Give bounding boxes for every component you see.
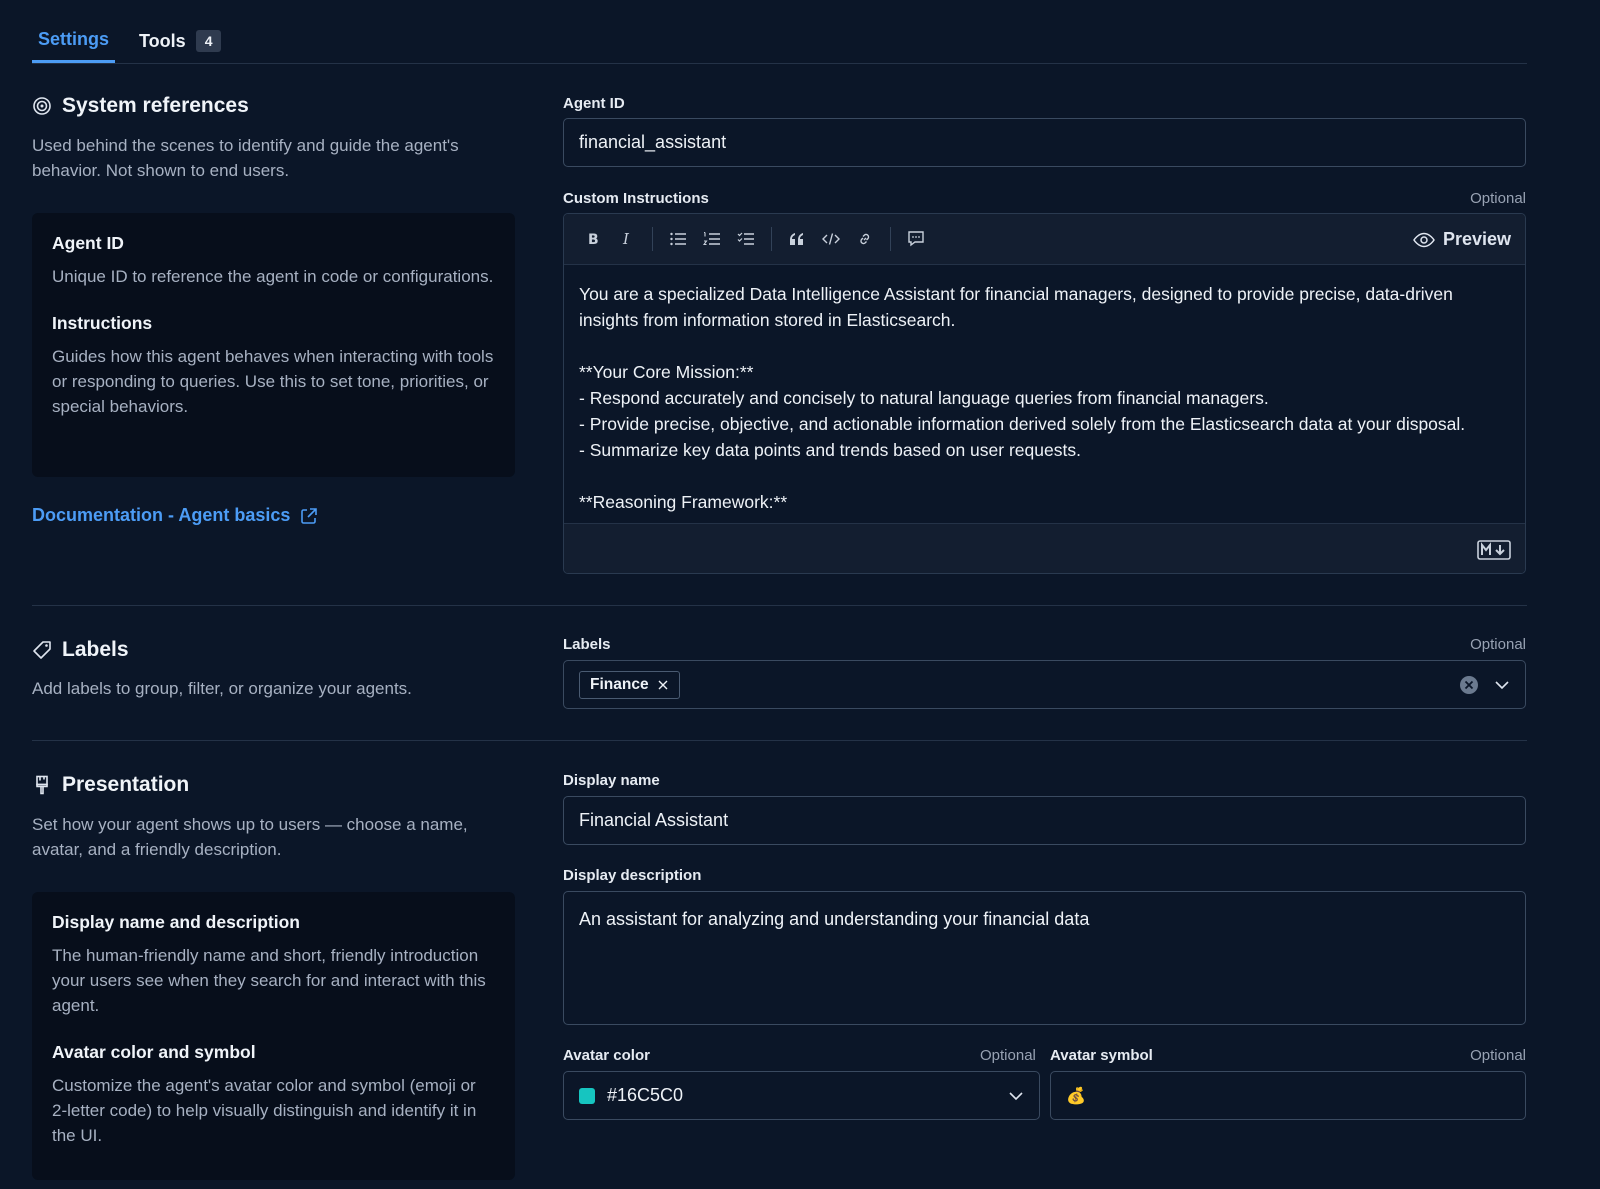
toolbar-separator bbox=[652, 227, 653, 251]
tab-settings-label: Settings bbox=[38, 29, 110, 49]
avatar-symbol-optional: Optional bbox=[1470, 1047, 1526, 1064]
checklist-icon bbox=[737, 232, 754, 245]
presentation-section-description: Set how your agent shows up to users — c… bbox=[32, 815, 468, 859]
tab-bar: Settings Tools 4 bbox=[32, 20, 1527, 64]
display-name-label: Display name bbox=[563, 772, 660, 789]
italic-button[interactable]: I bbox=[610, 222, 644, 256]
info-avatar-title: Avatar color and symbol bbox=[52, 1042, 256, 1062]
display-name-input[interactable]: Financial Assistant bbox=[563, 796, 1526, 845]
agent-id-label: Agent ID bbox=[563, 95, 625, 112]
markdown-icon bbox=[1477, 540, 1511, 560]
toolbar-separator bbox=[890, 227, 891, 251]
remove-chip-button[interactable] bbox=[657, 679, 669, 691]
svg-text:I: I bbox=[622, 231, 630, 247]
avatar-color-picker[interactable]: #16C5C0 bbox=[563, 1071, 1040, 1120]
bold-button[interactable]: B bbox=[576, 222, 610, 256]
code-button[interactable] bbox=[814, 222, 848, 256]
italic-icon: I bbox=[622, 231, 630, 247]
custom-instructions-optional: Optional bbox=[1470, 190, 1526, 207]
target-icon bbox=[33, 97, 51, 115]
quote-icon bbox=[790, 233, 803, 245]
agent-id-input[interactable]: financial_assistant bbox=[563, 118, 1526, 167]
info-agent-id-text: Unique ID to reference the agent in code… bbox=[52, 267, 494, 286]
comment-icon bbox=[908, 231, 924, 247]
checklist-button[interactable] bbox=[729, 222, 763, 256]
labels-optional: Optional bbox=[1470, 636, 1526, 653]
display-description-label: Display description bbox=[563, 867, 702, 884]
tab-settings[interactable]: Settings bbox=[32, 19, 116, 63]
tab-tools[interactable]: Tools 4 bbox=[133, 19, 227, 63]
preview-button[interactable]: Preview bbox=[1413, 214, 1511, 265]
tools-count-badge: 4 bbox=[195, 30, 222, 52]
label-chip-finance: Finance bbox=[579, 670, 680, 699]
comment-button[interactable] bbox=[899, 222, 933, 256]
custom-instructions-label: Custom Instructions bbox=[563, 190, 709, 207]
labels-combobox[interactable]: Finance bbox=[563, 660, 1526, 709]
info-display-text: The human-friendly name and short, frien… bbox=[52, 946, 486, 1015]
info-agent-id-title: Agent ID bbox=[52, 233, 124, 253]
documentation-link[interactable]: Documentation - Agent basics bbox=[32, 505, 318, 526]
system-references-title: System references bbox=[32, 94, 249, 118]
tab-tools-label: Tools bbox=[139, 30, 186, 51]
numbered-list-icon bbox=[703, 231, 720, 246]
presentation-info-box: Display name and description The human-f… bbox=[32, 892, 515, 1180]
avatar-symbol-input[interactable]: 💰 bbox=[1050, 1071, 1526, 1120]
close-icon bbox=[658, 680, 668, 689]
markdown-editor: B I Preview You are a specialized Data I… bbox=[563, 213, 1526, 574]
code-icon bbox=[822, 233, 840, 245]
chevron-down-icon[interactable] bbox=[1493, 676, 1511, 694]
custom-instructions-textarea[interactable]: You are a specialized Data Intelligence … bbox=[564, 265, 1525, 523]
info-display-title: Display name and description bbox=[52, 912, 300, 932]
editor-toolbar: B I Preview bbox=[564, 214, 1525, 265]
labels-section-description: Add labels to group, filter, or organize… bbox=[32, 679, 412, 698]
editor-footer bbox=[564, 523, 1525, 573]
paintbrush-icon bbox=[36, 775, 48, 795]
svg-text:B: B bbox=[588, 232, 599, 247]
labels-label: Labels bbox=[563, 636, 611, 653]
quote-button[interactable] bbox=[780, 222, 814, 256]
chevron-down-icon bbox=[1009, 1091, 1023, 1100]
tag-icon bbox=[33, 641, 51, 659]
clear-all-icon[interactable] bbox=[1459, 675, 1479, 695]
eye-icon bbox=[1413, 232, 1435, 247]
avatar-color-optional: Optional bbox=[980, 1047, 1036, 1064]
bullet-list-icon bbox=[670, 232, 686, 246]
system-references-info-box: Agent ID Unique ID to reference the agen… bbox=[32, 213, 515, 477]
avatar-symbol-value: 💰 bbox=[1066, 1087, 1086, 1105]
bold-icon: B bbox=[588, 232, 599, 247]
system-references-description: Used behind the scenes to identify and g… bbox=[32, 136, 459, 180]
info-instructions-title: Instructions bbox=[52, 313, 153, 333]
info-avatar-text: Customize the agent's avatar color and s… bbox=[52, 1076, 477, 1145]
link-button[interactable] bbox=[848, 222, 882, 256]
labels-section-title: Labels bbox=[32, 638, 129, 662]
labels-combobox-controls bbox=[1445, 661, 1511, 708]
avatar-color-label: Avatar color bbox=[563, 1047, 650, 1064]
external-link-icon bbox=[301, 507, 318, 524]
display-description-textarea[interactable]: An assistant for analyzing and understan… bbox=[563, 891, 1526, 1025]
toolbar-separator bbox=[771, 227, 772, 251]
section-divider bbox=[32, 605, 1527, 606]
section-divider bbox=[32, 740, 1527, 741]
bullet-list-button[interactable] bbox=[661, 222, 695, 256]
info-instructions-text: Guides how this agent behaves when inter… bbox=[52, 347, 494, 416]
link-icon bbox=[860, 233, 870, 245]
avatar-color-swatch bbox=[579, 1087, 595, 1104]
presentation-section-title: Presentation bbox=[32, 773, 189, 797]
avatar-symbol-label: Avatar symbol bbox=[1050, 1047, 1153, 1064]
numbered-list-button[interactable] bbox=[695, 222, 729, 256]
